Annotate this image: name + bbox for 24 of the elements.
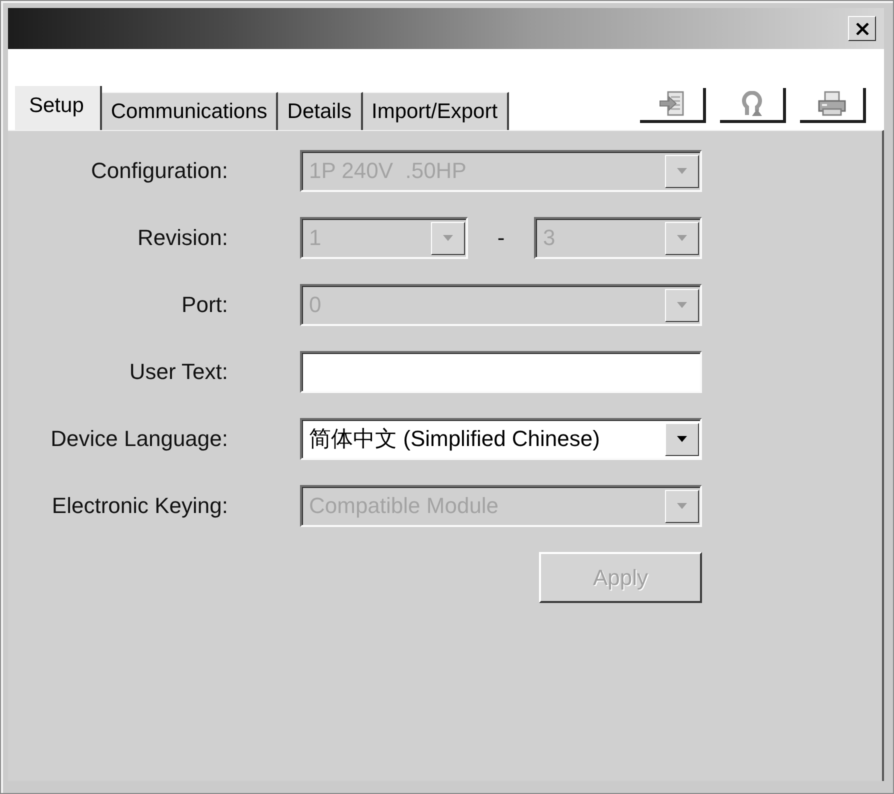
field-label: Device Language: [50,426,228,452]
caret-icon [677,503,687,509]
separator-text: - [496,225,506,251]
close-icon [856,22,868,34]
caret-icon [443,235,453,241]
caret-icon [677,436,687,442]
field-label: Revision: [136,225,228,251]
text-field[interactable] [300,351,702,393]
field-label: Electronic Keying: [50,493,228,519]
field-label: Port: [180,292,228,318]
field-label: User Text: [128,359,228,385]
dropdown[interactable]: 简体中文 (Simplified Chinese) [300,418,702,460]
caret-icon [677,235,687,241]
tab[interactable]: Communications [102,92,278,130]
tab[interactable]: Setup [14,86,102,130]
dropdown-button[interactable] [665,422,699,456]
caret-icon [677,168,687,174]
tab[interactable]: Import/Export [362,92,509,130]
close-button[interactable] [848,16,876,41]
field-label: Configuration: [90,158,228,184]
tab[interactable]: Details [278,92,362,130]
arrow-into-document-icon [658,91,684,117]
printer-icon [816,91,846,117]
caret-icon [677,302,687,308]
